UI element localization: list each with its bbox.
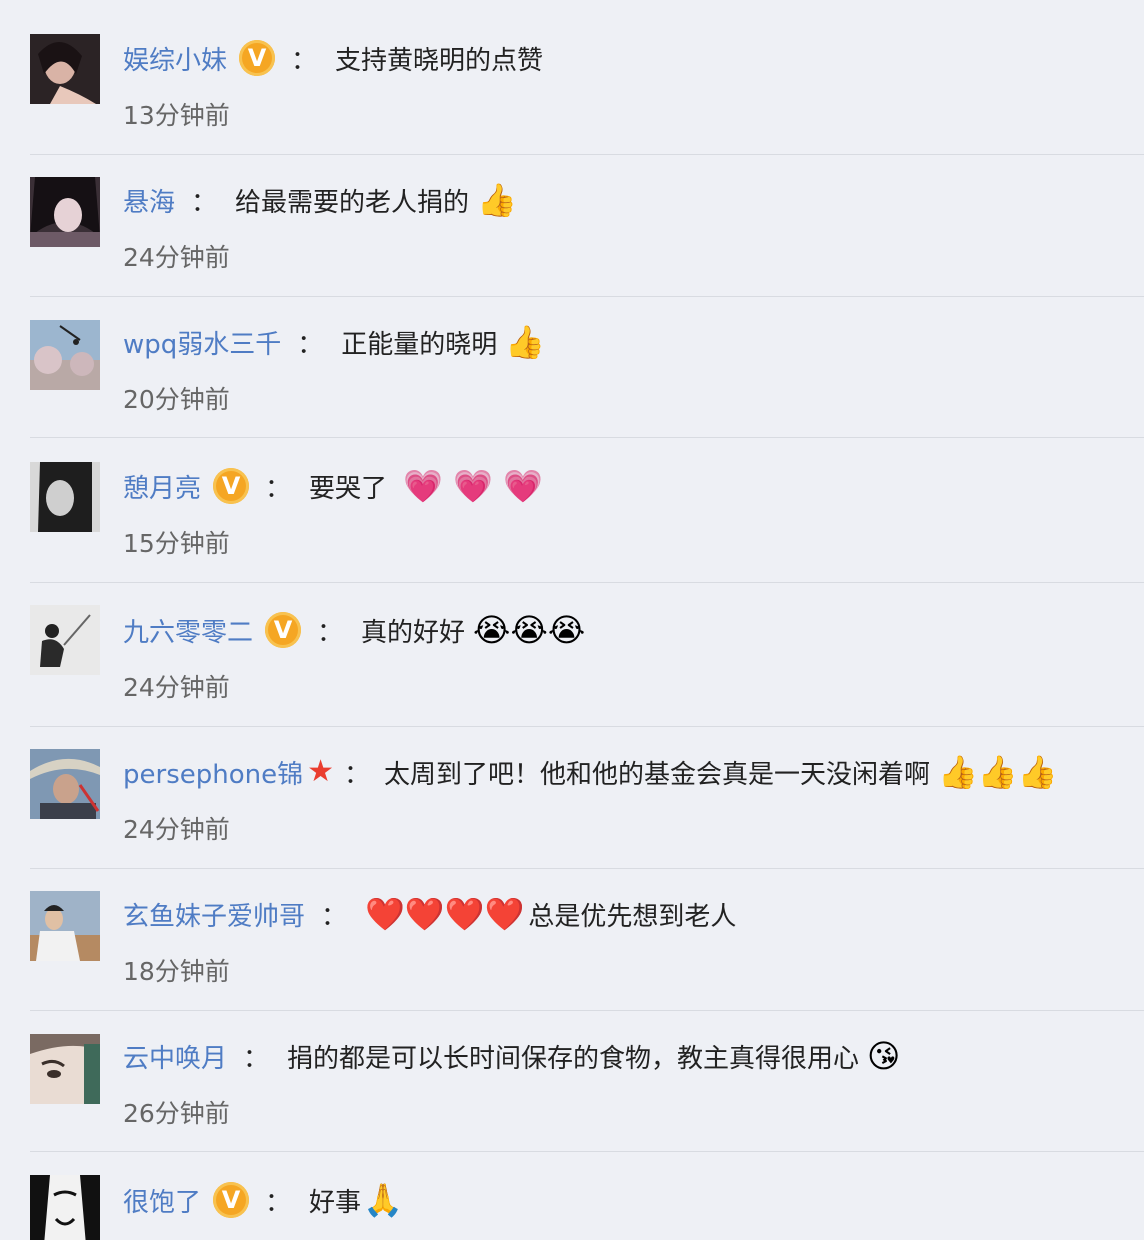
- timestamp: 24分钟前: [123, 673, 230, 702]
- avatar[interactable]: [30, 749, 100, 819]
- heart-emoji-icon: 💗 💗 💗: [403, 467, 543, 505]
- username[interactable]: 很饱了: [123, 1182, 201, 1219]
- comment-text: 正能量的晓明: [341, 329, 498, 360]
- colon: ：: [291, 45, 318, 76]
- colon: ：: [317, 617, 344, 648]
- timestamp: 18分钟前: [123, 957, 230, 986]
- comment-text: 捐的都是可以长时间保存的食物，教主真得很用心: [287, 1043, 860, 1074]
- red-heart-emoji-icon: ❤️❤️❤️❤️: [365, 895, 525, 933]
- comment-text: 支持黄晓明的点赞: [335, 45, 544, 76]
- comment-line: 云中唤月 ： 捐的都是可以长时间保存的食物，教主真得很用心 😘: [123, 1034, 900, 1078]
- comment-line: 九六零零二 V ： 真的好好 😭😭😭: [123, 608, 585, 652]
- comment-text: 太周到了吧！他和他的基金会真是一天没闲着啊: [384, 759, 931, 790]
- comment-text: 给最需要的老人捐的: [235, 187, 470, 218]
- comment-text: 总是优先想到老人: [528, 901, 737, 932]
- timestamp: 26分钟前: [123, 1099, 230, 1128]
- timestamp: 20分钟前: [123, 385, 230, 414]
- timestamp: 24分钟前: [123, 243, 230, 272]
- avatar[interactable]: [30, 177, 100, 247]
- divider: [30, 726, 1144, 727]
- colon: ：: [191, 187, 218, 218]
- username[interactable]: 憩月亮: [123, 468, 201, 505]
- verified-badge-icon: V: [265, 612, 302, 648]
- thumbs-up-emoji-icon: 👍👍👍: [938, 753, 1058, 791]
- avatar[interactable]: [30, 462, 100, 532]
- avatar[interactable]: [30, 320, 100, 390]
- avatar[interactable]: [30, 1034, 100, 1104]
- crying-face-emoji-icon: 😭😭😭: [473, 611, 586, 649]
- comment-text: 要哭了: [309, 473, 388, 504]
- comment-list: 娱综小妹 V ： 支持黄晓明的点赞 13分钟前 悬海 ： 给最需要的老人捐的 👍…: [0, 0, 1144, 1240]
- verified-badge-icon: V: [213, 1182, 250, 1218]
- kissing-face-emoji-icon: 😘: [867, 1037, 901, 1075]
- avatar[interactable]: [30, 34, 100, 104]
- username[interactable]: 九六零零二: [123, 612, 253, 649]
- divider: [30, 154, 1144, 155]
- verified-badge-icon: V: [239, 40, 276, 76]
- avatar[interactable]: [30, 891, 100, 961]
- thumbs-up-emoji-icon: 👍: [505, 323, 546, 361]
- divider: [30, 437, 1144, 438]
- username[interactable]: 悬海: [123, 182, 175, 219]
- comment-line: 玄鱼妹子爱帅哥 ： ❤️❤️❤️❤️ 总是优先想到老人: [123, 892, 736, 936]
- praying-hands-emoji-icon: 🙏: [363, 1181, 403, 1219]
- timestamp: 15分钟前: [123, 529, 230, 558]
- username[interactable]: persephone锦: [123, 754, 303, 791]
- thumbs-up-emoji-icon: 👍: [477, 181, 517, 219]
- divider: [30, 868, 1144, 869]
- timestamp: 24分钟前: [123, 815, 230, 844]
- avatar[interactable]: [30, 1175, 100, 1240]
- comment-line: 很饱了 V ： 好事 🙏: [123, 1178, 403, 1222]
- comment-text: 好事: [309, 1187, 362, 1218]
- username[interactable]: 云中唤月: [123, 1038, 227, 1075]
- username[interactable]: wpq弱水三千: [123, 324, 281, 361]
- colon: ：: [265, 473, 292, 504]
- comment-line: persephone锦 ★ ： 太周到了吧！他和他的基金会真是一天没闲着啊 👍👍…: [123, 750, 1058, 794]
- colon: ：: [243, 1043, 270, 1074]
- divider: [30, 296, 1144, 297]
- comment-line: wpq弱水三千 ： 正能量的晓明 👍: [123, 320, 545, 364]
- colon: ：: [297, 329, 324, 360]
- divider: [30, 582, 1144, 583]
- divider: [30, 1010, 1144, 1011]
- username[interactable]: 娱综小妹: [123, 40, 227, 77]
- comment-line: 悬海 ： 给最需要的老人捐的 👍: [123, 178, 517, 222]
- avatar[interactable]: [30, 605, 100, 675]
- comment-text: 真的好好: [361, 617, 466, 648]
- verified-badge-icon: V: [213, 468, 250, 504]
- colon: ：: [344, 759, 371, 790]
- divider: [30, 1151, 1144, 1152]
- comment-line: 憩月亮 V ： 要哭了 💗 💗 💗: [123, 464, 543, 508]
- comment-line: 娱综小妹 V ： 支持黄晓明的点赞: [123, 36, 543, 80]
- star-badge-icon: ★: [307, 754, 335, 789]
- username[interactable]: 玄鱼妹子爱帅哥: [123, 896, 305, 933]
- timestamp: 13分钟前: [123, 101, 230, 130]
- colon: ：: [265, 1187, 292, 1218]
- colon: ：: [321, 901, 348, 932]
